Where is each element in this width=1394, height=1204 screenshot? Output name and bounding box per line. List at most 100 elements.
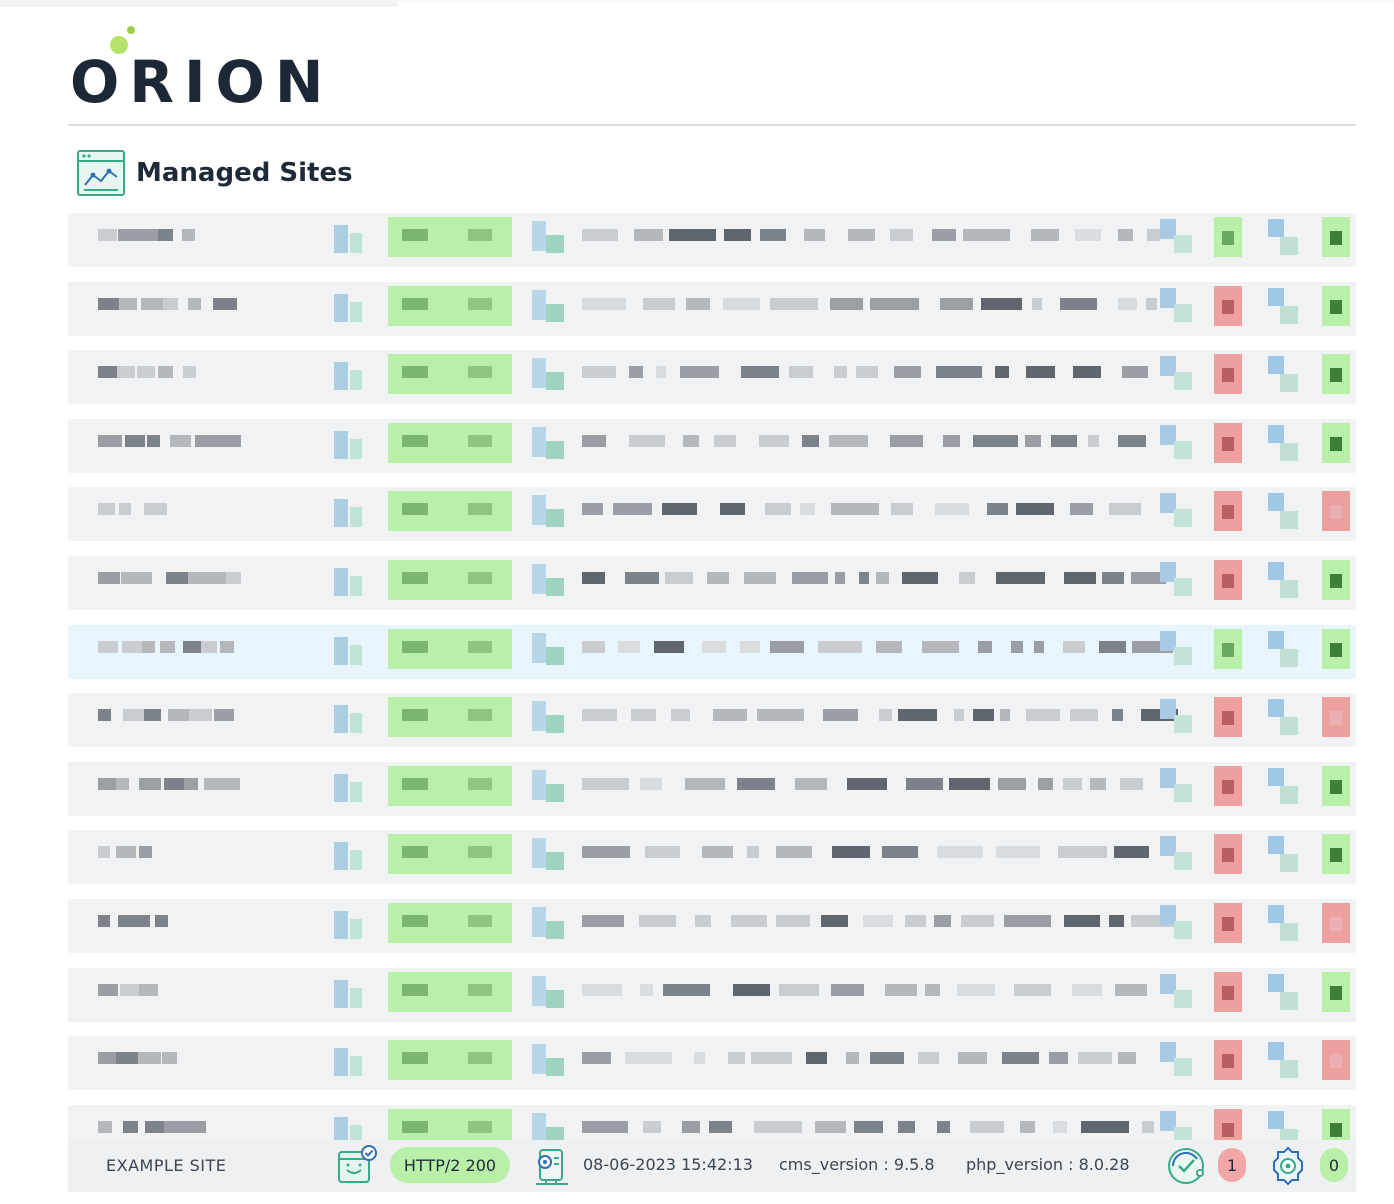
obscured-detail-text — [870, 1052, 904, 1065]
obscured-updates-icon — [1174, 646, 1192, 665]
site-row-obscured[interactable] — [68, 350, 1356, 405]
brand-logo[interactable]: ORION — [70, 22, 340, 112]
obscured-detail-text — [737, 777, 775, 790]
obscured-settings-icon — [1280, 717, 1298, 736]
obscured-detail-text — [1090, 777, 1106, 790]
obscured-site-name — [184, 777, 198, 790]
obscured-settings-icon — [1268, 562, 1284, 580]
obscured-site-name — [183, 366, 196, 379]
obscured-status-text — [402, 777, 428, 790]
site-row-obscured[interactable] — [68, 693, 1356, 748]
obscured-site-name — [142, 640, 155, 653]
php-version: php_version : 8.0.28 — [966, 1155, 1130, 1174]
obscured-site-name — [163, 297, 178, 310]
site-row-obscured[interactable] — [68, 967, 1356, 1022]
obscured-detail-text — [792, 572, 828, 584]
obscured-detail-text — [1020, 1120, 1035, 1133]
obscured-updates-icon — [1174, 372, 1192, 391]
obscured-detail-text — [830, 297, 863, 310]
obscured-detail-text — [835, 572, 845, 584]
obscured-detail-text — [779, 983, 819, 996]
obscured-settings-icon — [1280, 442, 1298, 461]
obscured-detail-text — [970, 1120, 1004, 1133]
obscured-detail-text — [759, 434, 789, 447]
obscured-detail-text — [859, 572, 869, 584]
obscured-detail-text — [1064, 572, 1096, 584]
obscured-badge-value — [1330, 368, 1342, 383]
obscured-detail-text — [1031, 229, 1059, 241]
obscured-site-name — [123, 1120, 138, 1133]
obscured-detail-text — [613, 503, 652, 516]
obscured-detail-text — [1073, 366, 1101, 379]
site-row-example[interactable]: EXAMPLE SITE HTTP/2 200 08-06-2023 15:42… — [68, 1140, 1356, 1192]
site-row-obscured[interactable] — [68, 281, 1356, 336]
obscured-site-name — [139, 846, 152, 859]
obscured-site-name — [98, 640, 118, 653]
obscured-updates-icon — [1174, 989, 1192, 1008]
obscured-badge-value — [1330, 917, 1342, 931]
obscured-settings-icon — [1268, 767, 1284, 786]
obscured-site-name — [136, 229, 160, 241]
site-name[interactable]: EXAMPLE SITE — [106, 1156, 226, 1175]
obscured-settings-icon — [1268, 356, 1284, 375]
obscured-site-icon — [334, 636, 348, 665]
obscured-site-name — [183, 640, 202, 653]
obscured-server-icon — [532, 1044, 546, 1075]
obscured-detail-text — [995, 366, 1009, 379]
obscured-detail-text — [795, 777, 827, 790]
site-row-obscured[interactable] — [68, 830, 1356, 885]
obscured-updates-icon — [1174, 852, 1192, 871]
obscured-updates-icon — [1174, 578, 1192, 596]
obscured-status-text — [402, 503, 428, 516]
site-row-obscured[interactable] — [68, 624, 1356, 679]
obscured-site-name — [98, 503, 115, 516]
obscured-detail-text — [618, 640, 640, 653]
obscured-detail-text — [1011, 640, 1023, 653]
site-row-obscured[interactable] — [68, 761, 1356, 816]
obscured-detail-text — [582, 229, 618, 241]
obscured-detail-text — [1058, 846, 1107, 859]
site-row-obscured[interactable] — [68, 1036, 1356, 1091]
obscured-site-name — [158, 366, 173, 379]
obscured-detail-text — [898, 1120, 915, 1133]
obscured-site-name — [139, 983, 158, 996]
obscured-badge-value — [1330, 1054, 1342, 1069]
obscured-detail-text — [1063, 640, 1085, 653]
obscured-detail-text — [754, 1120, 802, 1133]
obscured-detail-text — [640, 983, 653, 996]
obscured-server-icon — [546, 509, 564, 528]
site-row-obscured[interactable] — [68, 418, 1356, 473]
obscured-server-icon — [532, 701, 546, 732]
obscured-site-name — [217, 434, 241, 447]
obscured-detail-text — [821, 915, 848, 927]
obscured-detail-text — [582, 846, 630, 859]
check-cycle-icon[interactable] — [1164, 1144, 1208, 1188]
site-check-icon[interactable] — [336, 1144, 380, 1188]
alerts-count-badge[interactable]: 1 — [1218, 1148, 1246, 1182]
pending-count-badge[interactable]: 0 — [1320, 1148, 1348, 1182]
obscured-detail-text — [582, 572, 605, 584]
obscured-server-icon — [532, 289, 546, 320]
obscured-site-name — [170, 434, 191, 447]
obscured-badge-value — [1330, 642, 1342, 657]
site-row-obscured[interactable] — [68, 556, 1356, 610]
obscured-detail-text — [654, 640, 684, 653]
site-row-obscured[interactable] — [68, 487, 1356, 542]
obscured-detail-text — [937, 846, 983, 859]
server-pulse-icon[interactable] — [530, 1144, 574, 1188]
obscured-status-text — [468, 777, 492, 790]
obscured-updates-icon — [1174, 509, 1192, 528]
obscured-site-name — [139, 777, 161, 790]
obscured-site-icon — [334, 293, 348, 322]
obscured-site-name — [121, 572, 141, 584]
obscured-detail-text — [973, 709, 994, 722]
site-row-obscured[interactable] — [68, 899, 1356, 953]
obscured-detail-text — [1075, 229, 1101, 241]
site-row-obscured[interactable] — [68, 213, 1356, 267]
obscured-badge-value — [1222, 231, 1234, 245]
obscured-site-icon — [350, 987, 362, 1008]
obscured-detail-text — [876, 572, 889, 584]
gear-icon[interactable] — [1266, 1144, 1310, 1188]
obscured-detail-text — [640, 777, 662, 790]
obscured-detail-text — [1099, 640, 1126, 653]
